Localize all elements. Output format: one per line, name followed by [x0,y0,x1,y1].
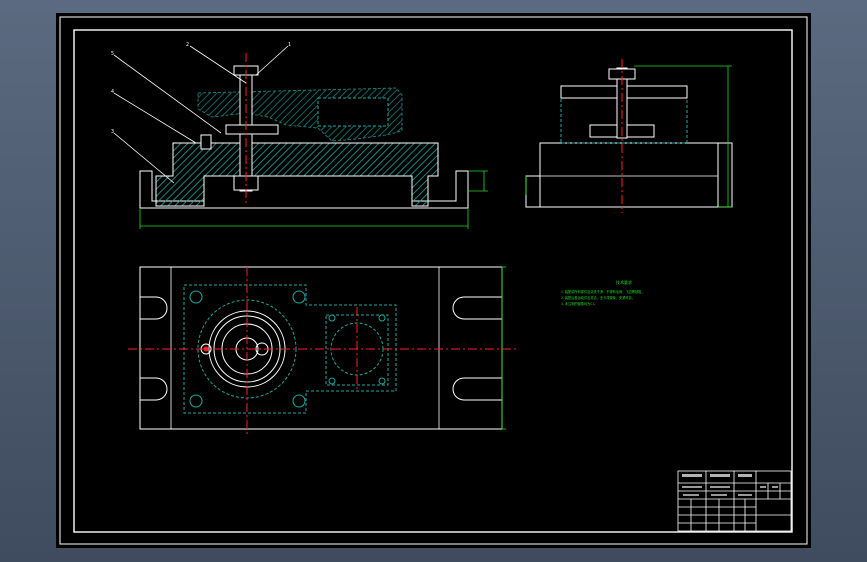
drawing-sheet: 5 4 3 2 1 技术要求 1.装配前所有零件应清洗干净，不得有毛刺、飞边等缺… [56,13,811,548]
slot-bottom-right [452,377,502,401]
title-block-fill-marks [682,474,778,496]
leader-label-2: 2 [186,42,189,48]
side-view [525,59,733,213]
leader-label-3: 3 [111,129,114,135]
top-view [128,266,518,437]
cad-drawing: 5 4 3 2 1 技术要求 1.装配前所有零件应清洗干净，不得有毛刺、飞边等缺… [59,16,808,545]
press-plate [225,124,279,135]
front-section-view: 5 4 3 2 1 [111,42,488,229]
slot-top-right [452,296,502,320]
title-block [677,470,792,532]
side-base [539,142,719,208]
leader-label-4: 4 [111,89,114,95]
locating-pin [200,134,212,150]
leader-label-1: 1 [288,42,291,48]
technical-notes: 技术要求 1.装配前所有零件应清洗干净，不得有毛刺、飞边等缺陷。 2.装配后各运… [561,279,645,306]
outer-frame [59,16,808,545]
inner-frame [73,29,793,533]
fixture-body [155,142,439,207]
slot-bottom-left [140,377,168,401]
note-line-3: 3.未注明的倒角均为C1。 [561,301,597,306]
slot-top-left [140,296,168,320]
clamp-window [317,97,389,127]
note-line-1: 1.装配前所有零件应清洗干净，不得有毛刺、飞边等缺陷。 [561,289,645,294]
leader-label-5: 5 [111,51,114,57]
notes-title: 技术要求 [616,279,632,285]
note-line-2: 2.装配后各运动件应灵活，无卡滞现象，夹紧可靠。 [561,295,635,300]
